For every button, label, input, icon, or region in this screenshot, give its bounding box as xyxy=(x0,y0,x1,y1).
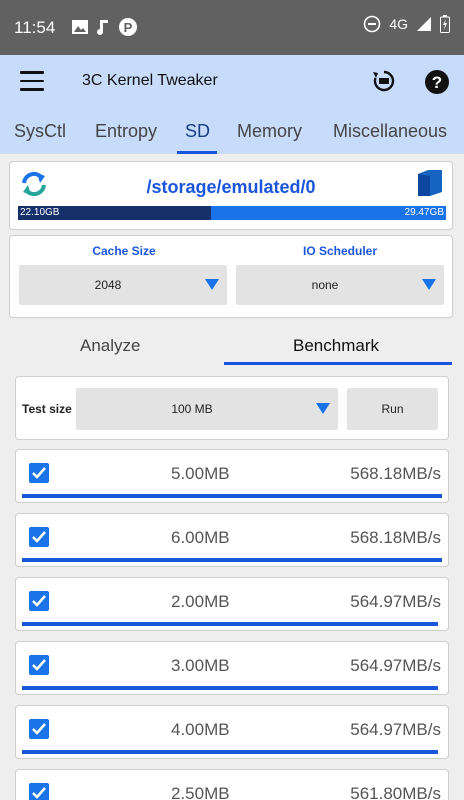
result-row: 2.50MB 561.80MB/s xyxy=(15,769,449,800)
tab-sysctl[interactable]: SysCtl xyxy=(14,121,66,142)
checkmark-icon xyxy=(32,659,46,671)
do-not-disturb-icon xyxy=(364,15,381,33)
battery-icon xyxy=(440,15,450,33)
result-speed: 568.18MB/s xyxy=(350,464,441,483)
storage-path: /storage/emulated/0 xyxy=(146,177,316,197)
menu-icon[interactable] xyxy=(20,71,44,93)
checkmark-icon xyxy=(32,787,46,799)
result-speed-bar xyxy=(22,686,438,690)
subtab-benchmark[interactable]: Benchmark xyxy=(293,336,379,356)
status-right: 4G xyxy=(363,15,450,33)
settings-card: Cache Size IO Scheduler 2048 none xyxy=(9,235,453,318)
result-size: 5.00MB xyxy=(171,464,230,483)
tab-indicator xyxy=(177,151,217,154)
cache-size-dropdown[interactable]: 2048 xyxy=(19,265,227,305)
test-size-dropdown[interactable]: 100 MB xyxy=(76,388,338,430)
run-button[interactable]: Run xyxy=(347,388,438,430)
result-checkbox[interactable] xyxy=(29,527,49,547)
result-checkbox[interactable] xyxy=(29,783,49,800)
restore-icon[interactable] xyxy=(371,68,397,94)
music-notification-icon xyxy=(97,20,108,35)
svg-text:P: P xyxy=(124,20,133,35)
status-time: 11:54 xyxy=(14,18,56,37)
chevron-down-icon xyxy=(205,279,219,290)
result-row: 2.00MB 564.97MB/s xyxy=(15,577,449,631)
checkmark-icon xyxy=(32,723,46,735)
result-speed-bar xyxy=(22,558,442,562)
result-row: 6.00MB 568.18MB/s xyxy=(15,513,449,567)
signal-icon xyxy=(417,17,431,31)
result-size: 2.00MB xyxy=(171,592,230,611)
subtab-analyze[interactable]: Analyze xyxy=(80,336,140,356)
help-icon[interactable]: ? xyxy=(424,69,450,95)
result-checkbox[interactable] xyxy=(29,719,49,739)
storage-usage-bar: 22.10GB 29.47GB xyxy=(18,206,446,220)
svg-text:?: ? xyxy=(432,73,442,92)
result-speed: 564.97MB/s xyxy=(350,592,441,611)
result-checkbox[interactable] xyxy=(29,655,49,675)
chevron-down-icon xyxy=(316,403,330,414)
app-notification-icon: P xyxy=(119,18,137,36)
tab-miscellaneous[interactable]: Miscellaneous xyxy=(333,121,447,142)
test-size-label: Test size xyxy=(22,402,72,416)
io-scheduler-dropdown[interactable]: none xyxy=(236,265,444,305)
folder-icon[interactable] xyxy=(416,168,444,198)
result-size: 4.00MB xyxy=(171,720,230,739)
test-size-card: Test size 100 MB Run xyxy=(15,376,449,440)
result-checkbox[interactable] xyxy=(29,591,49,611)
result-row: 3.00MB 564.97MB/s xyxy=(15,641,449,695)
result-checkbox[interactable] xyxy=(29,463,49,483)
app-title: 3C Kernel Tweaker xyxy=(82,72,218,89)
tab-sd[interactable]: SD xyxy=(185,121,210,142)
test-size-value: 100 MB xyxy=(171,402,213,416)
result-speed-bar xyxy=(22,622,438,626)
result-size: 6.00MB xyxy=(171,528,230,547)
result-speed: 564.97MB/s xyxy=(350,720,441,739)
tab-entropy[interactable]: Entropy xyxy=(95,121,157,142)
result-speed-bar xyxy=(22,750,438,754)
storage-card: /storage/emulated/0 22.10GB 29.47GB xyxy=(9,161,453,230)
storage-used-label: 22.10GB xyxy=(20,207,60,218)
cache-size-value: 2048 xyxy=(94,278,122,292)
io-scheduler-value: none xyxy=(311,278,339,292)
checkmark-icon xyxy=(32,531,46,543)
subtab-indicator xyxy=(224,362,452,365)
storage-total-label: 29.47GB xyxy=(404,207,444,218)
checkmark-icon xyxy=(32,595,46,607)
image-notification-icon xyxy=(72,20,88,34)
result-row: 5.00MB 568.18MB/s xyxy=(15,449,449,503)
result-size: 3.00MB xyxy=(171,656,230,675)
network-type: 4G xyxy=(389,16,408,32)
result-speed-bar xyxy=(22,494,442,498)
checkmark-icon xyxy=(32,467,46,479)
result-speed: 561.80MB/s xyxy=(350,784,441,800)
cache-size-label: Cache Size xyxy=(92,244,156,258)
tab-memory[interactable]: Memory xyxy=(237,121,302,142)
result-speed: 568.18MB/s xyxy=(350,528,441,547)
result-size: 2.50MB xyxy=(171,784,230,800)
tab-bar: SysCtl Entropy SD Memory Miscellaneous xyxy=(0,109,464,154)
chevron-down-icon xyxy=(422,279,436,290)
result-row: 4.00MB 564.97MB/s xyxy=(15,705,449,759)
app-bar: 3C Kernel Tweaker ? xyxy=(0,55,464,109)
io-scheduler-label: IO Scheduler xyxy=(302,244,378,258)
status-bar: 11:54 P 4G xyxy=(0,0,464,55)
result-speed: 564.97MB/s xyxy=(350,656,441,675)
